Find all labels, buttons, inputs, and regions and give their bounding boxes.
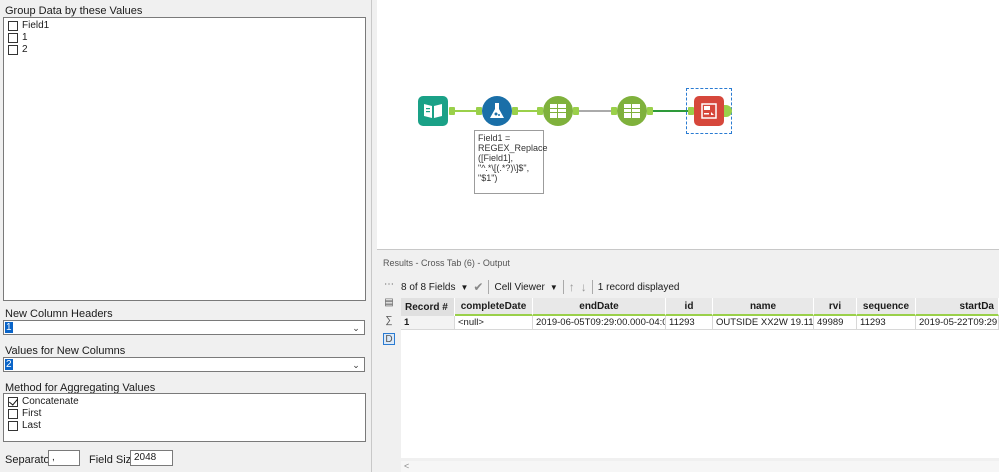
separator-input[interactable]: , <box>48 450 80 466</box>
group-item-2[interactable]: 2 <box>8 44 365 55</box>
chevron-down-icon[interactable]: ▼ <box>460 283 468 292</box>
horizontal-scrollbar[interactable]: < <box>401 461 999 472</box>
workflow-canvas[interactable]: Field1 = REGEX_Replace ([Field1], "^.*\[… <box>377 0 999 250</box>
checkmark-icon[interactable]: ✔ <box>473 280 483 294</box>
divider <box>488 280 490 294</box>
formula-annotation: Field1 = REGEX_Replace ([Field1], "^.*\[… <box>474 130 548 194</box>
table-row[interactable]: 1 <null> 2019-06-05T09:29:00.000-04:00 1… <box>401 316 999 330</box>
arrow-up-icon[interactable]: ↑ <box>569 280 575 294</box>
column-header-id[interactable]: id <box>666 298 713 316</box>
group-data-label: Group Data by these Values <box>5 5 143 17</box>
field-size-input[interactable]: 2048 <box>130 450 173 466</box>
scroll-left-arrow[interactable]: < <box>404 461 409 471</box>
sum-icon[interactable]: ∑ <box>383 315 395 327</box>
column-header-completedate[interactable]: completeDate <box>455 298 533 316</box>
method-concatenate[interactable]: Concatenate <box>8 396 365 407</box>
grid-header: Record # completeDate endDate id name rv… <box>401 298 999 316</box>
formula-tool[interactable] <box>482 96 512 126</box>
checkbox[interactable] <box>8 408 18 419</box>
select-tool[interactable] <box>617 96 647 126</box>
output-anchor[interactable] <box>449 107 455 115</box>
cell-startdate[interactable]: 2019-05-22T09:29:55 <box>916 316 999 330</box>
output-anchor[interactable] <box>512 107 518 115</box>
column-header-rvi[interactable]: rvi <box>814 298 857 316</box>
record-number: 1 <box>401 316 455 330</box>
values-for-new-columns-select[interactable]: 2 ⌄ <box>3 357 365 372</box>
results-grid[interactable]: Record # completeDate endDate id name rv… <box>401 298 999 458</box>
column-header-startdate[interactable]: startDa <box>916 298 999 316</box>
method-first[interactable]: First <box>8 408 365 419</box>
arrow-down-icon[interactable]: ↓ <box>581 280 587 294</box>
cell-name[interactable]: OUTSIDE XX2W 19.11 <box>713 316 814 330</box>
values-for-new-columns-label: Values for New Columns <box>5 345 126 357</box>
checkbox[interactable] <box>8 20 18 31</box>
table-view-icon[interactable]: ▤ <box>383 297 395 309</box>
ellipsis-icon[interactable]: ⋯ <box>383 279 395 291</box>
results-toolbar: 8 of 8 Fields ▼ ✔ Cell Viewer ▼ ↑ ↓ 1 re… <box>401 279 680 295</box>
group-data-list[interactable]: Field1 1 2 <box>3 17 366 301</box>
divider <box>591 280 593 294</box>
cell-enddate[interactable]: 2019-06-05T09:29:00.000-04:00 <box>533 316 666 330</box>
output-anchor[interactable] <box>647 107 653 115</box>
flask-icon <box>490 103 504 118</box>
results-side-toolbar: ⋯ ▤ ∑ D <box>383 279 397 351</box>
group-item-1[interactable]: 1 <box>8 32 365 43</box>
results-title: Results - Cross Tab (6) - Output <box>383 258 510 268</box>
table-icon <box>550 104 566 118</box>
group-item-field1[interactable]: Field1 <box>8 20 365 31</box>
checkbox-checked[interactable] <box>8 396 18 407</box>
cross-tab-tool[interactable] <box>694 96 724 126</box>
crosstab-icon <box>701 103 717 119</box>
select-tool[interactable] <box>543 96 573 126</box>
checkbox[interactable] <box>8 44 18 55</box>
cell-sequence[interactable]: 11293 <box>857 316 916 330</box>
cell-rvi[interactable]: 49989 <box>814 316 857 330</box>
checkbox[interactable] <box>8 32 18 43</box>
chevron-down-icon[interactable]: ⌄ <box>351 323 361 333</box>
cell-viewer-dropdown[interactable]: Cell Viewer <box>494 282 544 293</box>
configuration-panel: Group Data by these Values Field1 1 2 Ne… <box>0 0 372 472</box>
fields-dropdown[interactable]: 8 of 8 Fields <box>401 282 455 293</box>
connector-line <box>648 110 688 112</box>
output-anchor[interactable] <box>573 107 579 115</box>
checkbox[interactable] <box>8 420 18 431</box>
chevron-down-icon[interactable]: ▼ <box>550 283 558 292</box>
input-data-tool[interactable] <box>418 96 448 126</box>
column-header-name[interactable]: name <box>713 298 814 316</box>
chevron-down-icon[interactable]: ⌄ <box>351 360 361 370</box>
new-column-headers-label: New Column Headers <box>5 308 113 320</box>
cell-id[interactable]: 11293 <box>666 316 713 330</box>
divider <box>562 280 564 294</box>
method-last[interactable]: Last <box>8 420 365 431</box>
records-count: 1 record displayed <box>597 281 680 293</box>
column-header-sequence[interactable]: sequence <box>857 298 916 316</box>
column-header-record[interactable]: Record # <box>401 298 455 316</box>
book-icon <box>424 104 442 118</box>
new-column-headers-select[interactable]: 1 ⌄ <box>3 320 365 335</box>
results-panel: Results - Cross Tab (6) - Output ⋯ ▤ ∑ D… <box>377 251 999 472</box>
column-header-enddate[interactable]: endDate <box>533 298 666 316</box>
aggregation-method-list[interactable]: Concatenate First Last <box>3 393 366 442</box>
cell-completedate[interactable]: <null> <box>455 316 533 330</box>
data-view-icon[interactable]: D <box>383 333 395 345</box>
table-icon <box>624 104 640 118</box>
